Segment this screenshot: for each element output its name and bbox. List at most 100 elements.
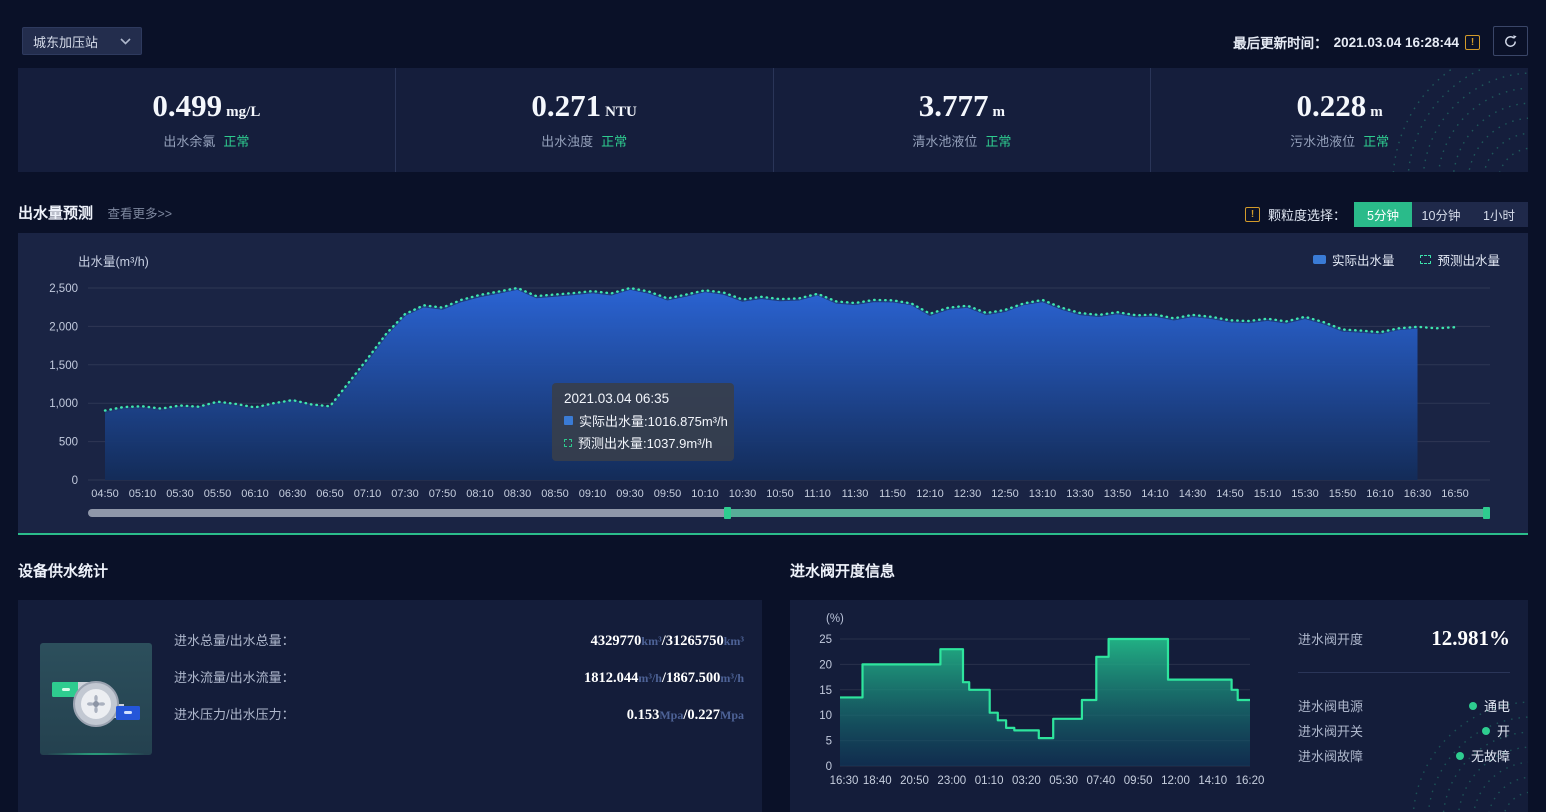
valve-chart-canvas[interactable]: (%)051015202516:3018:4020:5023:0001:1003… — [798, 606, 1278, 806]
valve-info-header: 进水阀开度信息 — [790, 560, 895, 581]
svg-text:14:10: 14:10 — [1141, 488, 1169, 500]
tooltip-predicted-row: 预测出水量:1037.9m³/h — [564, 433, 722, 452]
svg-text:25: 25 — [819, 634, 832, 646]
valve-fault-value: 无故障 — [1456, 746, 1510, 765]
svg-text:06:10: 06:10 — [241, 488, 269, 500]
stat-label: 污水池液位 — [1290, 134, 1355, 149]
granularity-1hour-button[interactable]: 1小时 — [1470, 202, 1528, 227]
svg-text:16:10: 16:10 — [1366, 488, 1394, 500]
valve-fault-row: 进水阀故障 无故障 — [1298, 746, 1510, 765]
view-more-link[interactable]: 查看更多>> — [107, 207, 172, 221]
last-update-label: 最后更新时间： — [1233, 32, 1328, 52]
granularity-label: 颗粒度选择： — [1268, 205, 1346, 224]
tooltip-predicted-marker — [564, 439, 572, 447]
svg-text:11:10: 11:10 — [804, 488, 831, 500]
valve-info-title: 进水阀开度信息 — [790, 560, 895, 581]
svg-text:14:10: 14:10 — [1198, 775, 1227, 787]
stat-card-sewage-tank-level: 0.228m 污水池液位正常 — [1150, 68, 1528, 172]
status-badge: 正常 — [1363, 134, 1389, 149]
granularity-10min-button[interactable]: 10分钟 — [1412, 202, 1470, 227]
chart-tooltip: 2021.03.04 06:35 实际出水量:1016.875m³/h 预测出水… — [552, 383, 734, 461]
legend-predicted[interactable]: 预测出水量 — [1420, 250, 1500, 269]
valve-opening-label: 进水阀开度 — [1298, 629, 1363, 648]
legend-actual-label: 实际出水量 — [1332, 250, 1395, 269]
forecast-chart-canvas[interactable]: 05001,0001,5002,0002,50004:5005:1005:300… — [18, 233, 1528, 505]
tooltip-time: 2021.03.04 06:35 — [564, 391, 722, 406]
valve-fault-label: 进水阀故障 — [1298, 746, 1363, 765]
svg-text:04:50: 04:50 — [91, 488, 119, 500]
svg-text:18:40: 18:40 — [863, 775, 892, 787]
forecast-title: 出水量预测 — [18, 202, 93, 223]
green-status-dot — [1456, 752, 1464, 760]
device-row-value: 1812.044m³/h/1867.500m³/h — [584, 670, 744, 687]
pump-card — [40, 643, 152, 755]
datazoom-selected-range[interactable] — [728, 509, 1490, 517]
stat-label: 出水余氯 — [163, 134, 215, 149]
svg-text:1,000: 1,000 — [49, 398, 78, 410]
device-row-total: 进水总量/出水总量： 4329770km³/31265750km³ — [174, 630, 744, 667]
tooltip-actual-marker — [564, 416, 573, 425]
svg-text:03:20: 03:20 — [1012, 775, 1041, 787]
refresh-icon — [1503, 34, 1518, 49]
valve-power-row: 进水阀电源 通电 — [1298, 696, 1510, 715]
svg-text:08:30: 08:30 — [504, 488, 532, 500]
svg-text:10:30: 10:30 — [729, 488, 757, 500]
legend-actual[interactable]: 实际出水量 — [1313, 250, 1395, 269]
svg-text:07:10: 07:10 — [354, 488, 382, 500]
svg-text:07:50: 07:50 — [429, 488, 457, 500]
svg-text:13:10: 13:10 — [1029, 488, 1057, 500]
legend-predicted-label: 预测出水量 — [1437, 250, 1500, 269]
datazoom-left-handle[interactable] — [724, 507, 731, 519]
svg-text:12:30: 12:30 — [954, 488, 982, 500]
svg-text:16:30: 16:30 — [1404, 488, 1432, 500]
svg-text:14:30: 14:30 — [1179, 488, 1207, 500]
valve-opening-row: 进水阀开度 12.981% — [1298, 626, 1510, 651]
svg-text:15:50: 15:50 — [1329, 488, 1357, 500]
svg-text:0: 0 — [72, 475, 78, 487]
forecast-header: 出水量预测 查看更多>> ! 颗粒度选择： 5分钟 10分钟 1小时 — [18, 202, 1528, 228]
green-status-dot — [1482, 727, 1490, 735]
svg-text:01:10: 01:10 — [975, 775, 1004, 787]
device-row-label: 进水压力/出水压力： — [174, 704, 295, 723]
status-badge: 正常 — [601, 134, 627, 149]
stat-value: 0.499mg/L — [152, 90, 260, 121]
svg-text:20: 20 — [819, 659, 832, 671]
svg-text:09:50: 09:50 — [654, 488, 682, 500]
stat-value: 0.228m — [1297, 90, 1383, 121]
datazoom-slider[interactable] — [88, 507, 1490, 519]
svg-text:05:10: 05:10 — [129, 488, 157, 500]
svg-text:13:50: 13:50 — [1104, 488, 1132, 500]
svg-text:09:30: 09:30 — [616, 488, 644, 500]
svg-text:10: 10 — [819, 710, 832, 722]
svg-text:16:30: 16:30 — [830, 775, 859, 787]
svg-text:11:50: 11:50 — [879, 488, 906, 500]
device-row-flow: 进水流量/出水流量： 1812.044m³/h/1867.500m³/h — [174, 667, 744, 704]
stat-label-row: 污水池液位正常 — [1290, 131, 1389, 150]
refresh-button[interactable] — [1493, 26, 1528, 56]
svg-text:14:50: 14:50 — [1216, 488, 1244, 500]
svg-text:10:10: 10:10 — [691, 488, 719, 500]
svg-text:06:30: 06:30 — [279, 488, 307, 500]
svg-text:(%): (%) — [826, 613, 844, 625]
granularity-5min-button[interactable]: 5分钟 — [1354, 202, 1412, 227]
valve-info-panel: (%)051015202516:3018:4020:5023:0001:1003… — [790, 600, 1528, 812]
svg-text:13:30: 13:30 — [1066, 488, 1094, 500]
granularity-buttons: 5分钟 10分钟 1小时 — [1354, 202, 1528, 227]
svg-text:07:40: 07:40 — [1087, 775, 1116, 787]
stat-card-chlorine: 0.499mg/L 出水余氯正常 — [18, 68, 395, 172]
device-rows: 进水总量/出水总量： 4329770km³/31265750km³ 进水流量/出… — [174, 630, 744, 741]
dashboard-page: 城东加压站 最后更新时间： 2021.03.04 16:28:44 ! 0.49… — [0, 0, 1546, 812]
svg-text:08:50: 08:50 — [541, 488, 569, 500]
svg-text:11:30: 11:30 — [842, 488, 869, 500]
stat-value: 3.777m — [919, 90, 1005, 121]
station-select-dropdown[interactable]: 城东加压站 — [22, 27, 142, 55]
tooltip-predicted-value: 预测出水量:1037.9m³/h — [578, 433, 712, 452]
granularity-selector: ! 颗粒度选择： 5分钟 10分钟 1小时 — [1245, 202, 1528, 227]
svg-text:09:50: 09:50 — [1124, 775, 1153, 787]
valve-power-label: 进水阀电源 — [1298, 696, 1363, 715]
stat-label-row: 出水浊度正常 — [541, 131, 627, 150]
svg-text:12:10: 12:10 — [916, 488, 944, 500]
stat-label: 出水浊度 — [541, 134, 593, 149]
datazoom-right-handle[interactable] — [1483, 507, 1490, 519]
svg-text:12:00: 12:00 — [1161, 775, 1190, 787]
